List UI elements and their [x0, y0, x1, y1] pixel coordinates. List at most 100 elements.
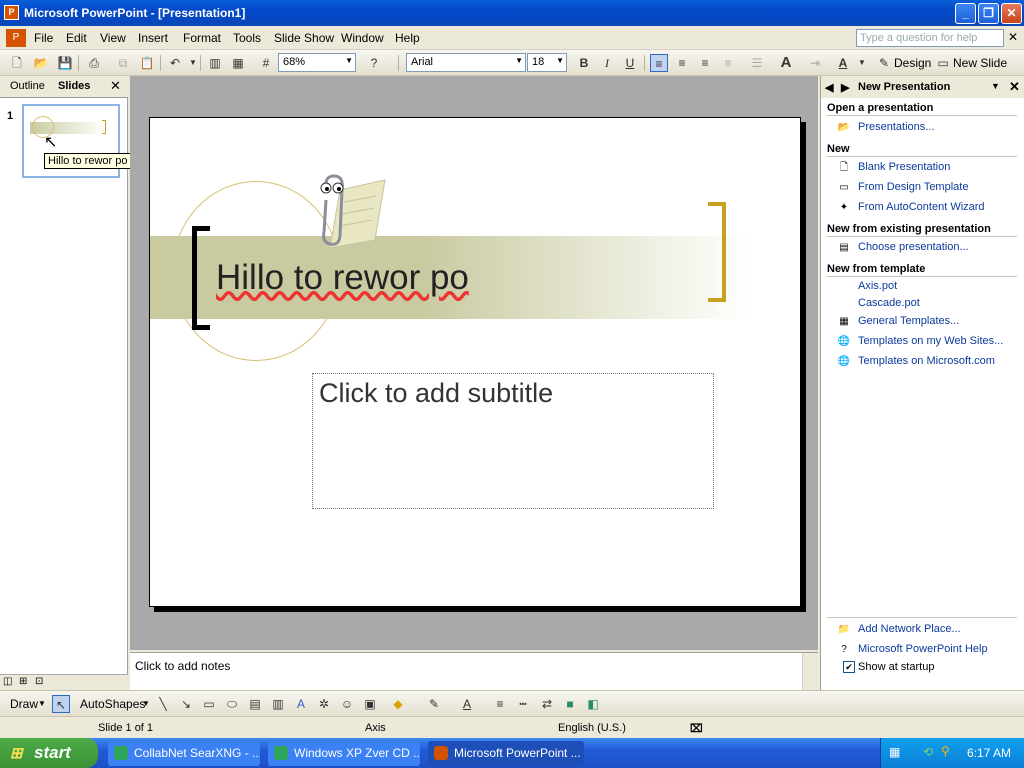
select-arrow-icon[interactable]: ↖	[52, 695, 70, 713]
close-document-icon[interactable]: ✕	[1008, 30, 1018, 44]
oval-icon[interactable]: ⬭	[223, 695, 241, 713]
menu-file[interactable]: File	[34, 31, 53, 45]
paste-icon[interactable]: 📋	[138, 54, 156, 72]
menu-tools[interactable]: Tools	[233, 31, 261, 45]
menu-window[interactable]: Window	[341, 31, 384, 45]
copy-icon[interactable]: ⧉	[114, 54, 132, 72]
normal-view-icon[interactable]: ◫	[3, 676, 12, 687]
increase-font-icon[interactable]: A	[777, 54, 795, 72]
menu-format[interactable]: Format	[183, 31, 221, 45]
keyboard-icon[interactable]: ▦	[889, 745, 900, 759]
save-icon[interactable]: 💾	[56, 54, 74, 72]
slide-canvas[interactable]: Hillo to rewor po Click to add subtitle	[149, 117, 801, 607]
align-left-button[interactable]: ≡	[650, 54, 668, 72]
chevron-down-icon[interactable]: ▼	[853, 54, 871, 72]
open-icon[interactable]: 📂	[32, 54, 50, 72]
line-color-icon[interactable]: ✎	[425, 695, 443, 713]
autoshapes-menu[interactable]: AutoShapes	[80, 697, 145, 711]
close-task-pane-icon[interactable]: ✕	[1009, 79, 1020, 95]
link-presentations[interactable]: Presentations...	[858, 121, 934, 133]
indent-icon[interactable]: ⇥	[806, 54, 824, 72]
new-slide-button[interactable]: New Slide	[953, 56, 1007, 70]
link-design-template[interactable]: From Design Template	[858, 181, 968, 193]
task-windows-xp-zver[interactable]: Windows XP Zver CD ...	[268, 741, 420, 766]
chart-icon[interactable]: ▥	[206, 54, 224, 72]
new-slide-icon[interactable]: ▭	[934, 54, 952, 72]
help-icon[interactable]: ?	[365, 54, 383, 72]
justify-button[interactable]: ≡	[719, 54, 737, 72]
font-color-icon[interactable]: A	[458, 695, 476, 713]
font-combo[interactable]: Arial ▼	[406, 53, 526, 72]
new-icon[interactable]: 🗋	[8, 54, 26, 72]
menu-edit[interactable]: Edit	[66, 31, 87, 45]
menu-slide-show[interactable]: Slide Show	[274, 31, 334, 45]
show-startup-checkbox[interactable]: ✔	[843, 661, 855, 673]
link-blank-presentation[interactable]: Blank Presentation	[858, 161, 950, 173]
align-center-button[interactable]: ≡	[673, 54, 691, 72]
diagram-icon[interactable]: ✲	[315, 695, 333, 713]
link-powerpoint-help[interactable]: Microsoft PowerPoint Help	[858, 643, 988, 655]
menu-help[interactable]: Help	[395, 31, 420, 45]
zoom-combo[interactable]: 68% ▼	[278, 53, 356, 72]
forward-arrow-icon[interactable]: ▶	[841, 81, 849, 94]
minimize-button[interactable]: _	[955, 3, 976, 24]
link-choose-presentation[interactable]: Choose presentation...	[858, 241, 969, 253]
font-size-combo[interactable]: 18 ▼	[527, 53, 567, 72]
bullets-icon[interactable]: ☰	[748, 54, 766, 72]
ask-question-input[interactable]: Type a question for help	[856, 29, 1004, 47]
back-arrow-icon[interactable]: ◀	[825, 81, 833, 94]
grid-icon[interactable]: #	[257, 54, 275, 72]
wordart-a-icon[interactable]: A	[292, 695, 310, 713]
textbox-icon[interactable]: ▤	[246, 695, 264, 713]
link-autocontent-wizard[interactable]: From AutoContent Wizard	[858, 201, 985, 213]
bold-button[interactable]: B	[575, 54, 593, 72]
network-icon[interactable]: ⟲	[923, 745, 933, 759]
font-color-icon[interactable]: A	[834, 54, 852, 72]
italic-button[interactable]: I	[598, 54, 616, 72]
clock[interactable]: 6:17 AM	[967, 746, 1011, 760]
menu-view[interactable]: View	[100, 31, 126, 45]
design-icon[interactable]: ✎	[875, 54, 893, 72]
close-pane-icon[interactable]: ✕	[110, 78, 121, 94]
notes-pane[interactable]: Click to add notes	[130, 652, 818, 691]
task-collabnet[interactable]: CollabNet SearXNG - ...	[108, 741, 260, 766]
underline-button[interactable]: U	[621, 54, 639, 72]
3d-icon[interactable]: ◧	[584, 695, 602, 713]
line-icon[interactable]: ╲	[154, 695, 172, 713]
menu-insert[interactable]: Insert	[138, 31, 168, 45]
design-button[interactable]: Design	[894, 56, 931, 70]
task-powerpoint[interactable]: Microsoft PowerPoint ...	[428, 741, 584, 766]
dash-style-icon[interactable]: ┅	[514, 695, 532, 713]
shadow-icon[interactable]: ■	[561, 695, 579, 713]
powerpoint-app-icon[interactable]: P	[4, 5, 19, 20]
notes-scrollbar[interactable]	[802, 653, 818, 691]
slide-show-icon[interactable]: ⊡	[35, 676, 43, 687]
slide-sorter-icon[interactable]: ⊞	[19, 676, 27, 687]
document-icon[interactable]: P	[6, 29, 26, 47]
rectangle-icon[interactable]: ▭	[200, 695, 218, 713]
table-icon[interactable]: ▦	[229, 54, 247, 72]
wordart-icon[interactable]: ▥	[269, 695, 287, 713]
chevron-down-icon[interactable]: ▼	[991, 81, 1000, 91]
arrow-style-icon[interactable]: ⇄	[538, 695, 556, 713]
undo-icon[interactable]: ↶	[166, 54, 184, 72]
fill-color-icon[interactable]: ◆	[389, 695, 407, 713]
link-general-templates[interactable]: General Templates...	[858, 315, 959, 327]
link-templates-web-sites[interactable]: Templates on my Web Sites...	[858, 335, 1003, 347]
draw-menu[interactable]: Draw	[10, 697, 38, 711]
line-style-icon[interactable]: ≡	[491, 695, 509, 713]
link-axis-pot[interactable]: Axis.pot	[858, 280, 897, 292]
clipart-icon[interactable]: ☺	[338, 695, 356, 713]
restore-button[interactable]: ❐	[978, 3, 999, 24]
link-templates-microsoft[interactable]: Templates on Microsoft.com	[858, 355, 995, 367]
start-button[interactable]: ⊞ start	[0, 738, 98, 768]
link-add-network-place[interactable]: Add Network Place...	[858, 623, 961, 635]
tab-outline[interactable]: Outline	[10, 80, 45, 92]
close-button[interactable]: ✕	[1001, 3, 1022, 24]
arrow-icon[interactable]: ↘	[177, 695, 195, 713]
office-assistant-clippy-icon[interactable]	[310, 170, 386, 249]
link-cascade-pot[interactable]: Cascade.pot	[858, 297, 920, 309]
search-icon[interactable]: ⚲	[941, 744, 950, 758]
print-icon[interactable]: ⎙	[85, 54, 103, 72]
align-right-button[interactable]: ≡	[696, 54, 714, 72]
